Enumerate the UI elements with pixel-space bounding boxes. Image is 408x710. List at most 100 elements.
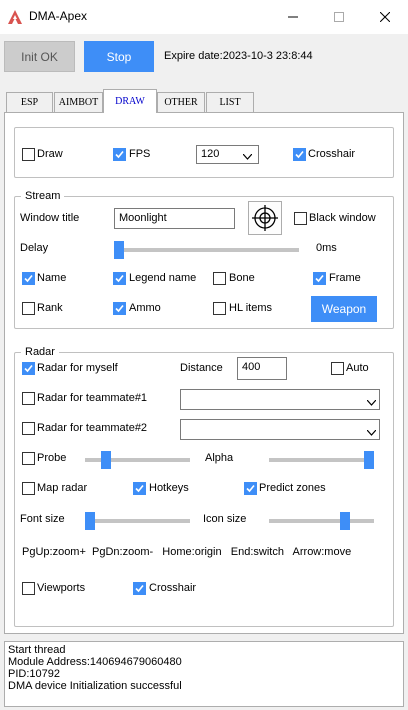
crosshair-icon bbox=[252, 205, 278, 231]
crosshair-top-checkbox[interactable] bbox=[293, 148, 306, 161]
check-icon bbox=[135, 584, 144, 593]
hotkeys-label: Hotkeys bbox=[149, 482, 189, 494]
font-size-slider-thumb[interactable] bbox=[85, 512, 95, 530]
probe-label: Probe bbox=[37, 452, 67, 464]
teammate1-select[interactable] bbox=[180, 389, 380, 410]
teammate2-select[interactable] bbox=[180, 419, 380, 440]
check-icon bbox=[315, 274, 324, 283]
ammo-label: Ammo bbox=[129, 302, 161, 314]
bone-label: Bone bbox=[229, 272, 255, 284]
maximize-icon bbox=[334, 12, 344, 22]
minimize-icon bbox=[288, 16, 298, 18]
predict-zones-checkbox[interactable] bbox=[244, 482, 257, 495]
black-window-checkbox[interactable] bbox=[294, 212, 307, 225]
draw-label: Draw bbox=[37, 148, 63, 160]
radar-myself-checkbox[interactable] bbox=[22, 362, 35, 375]
fps-label: FPS bbox=[129, 148, 151, 160]
font-size-label: Font size bbox=[20, 513, 65, 525]
font-size-slider-track[interactable] bbox=[85, 519, 190, 523]
delay-slider-thumb[interactable] bbox=[114, 241, 124, 259]
fps-select[interactable]: 120 bbox=[196, 145, 259, 164]
fps-checkbox[interactable] bbox=[113, 148, 126, 161]
check-icon bbox=[24, 364, 33, 373]
check-icon bbox=[135, 484, 144, 493]
name-checkbox[interactable] bbox=[22, 272, 35, 285]
viewports-label: Viewports bbox=[37, 582, 86, 594]
chevron-down-icon bbox=[366, 427, 377, 439]
weapon-button[interactable]: Weapon bbox=[311, 296, 377, 322]
bone-checkbox[interactable] bbox=[213, 272, 226, 285]
delay-value: 0ms bbox=[316, 242, 337, 254]
radar-teammate1-checkbox[interactable] bbox=[22, 392, 35, 405]
rank-checkbox[interactable] bbox=[22, 302, 35, 315]
radar-teammate2-label: Radar for teammate#2 bbox=[37, 422, 148, 434]
hl-items-checkbox[interactable] bbox=[213, 302, 226, 315]
icon-size-slider-thumb[interactable] bbox=[340, 512, 350, 530]
radar-teammate1-label: Radar for teammate#1 bbox=[37, 392, 148, 404]
probe-slider-thumb[interactable] bbox=[101, 451, 111, 469]
black-window-label: Black window bbox=[309, 212, 376, 224]
log-line: PID:10792 bbox=[8, 668, 60, 680]
viewports-checkbox[interactable] bbox=[22, 582, 35, 595]
alpha-label: Alpha bbox=[205, 452, 234, 464]
stop-button[interactable]: Stop bbox=[84, 41, 154, 72]
check-icon bbox=[115, 150, 124, 159]
tab-other[interactable]: OTHER bbox=[157, 92, 205, 112]
delay-slider-track[interactable] bbox=[114, 248, 299, 252]
distance-input[interactable]: 400 bbox=[237, 357, 287, 380]
hotkeys-checkbox[interactable] bbox=[133, 482, 146, 495]
check-icon bbox=[295, 150, 304, 159]
log-line: Module Address:140694679060480 bbox=[8, 656, 182, 668]
rank-label: Rank bbox=[37, 302, 63, 314]
frame-checkbox[interactable] bbox=[313, 272, 326, 285]
window-title-label: Window title bbox=[20, 212, 80, 224]
crosshair-picker-button[interactable] bbox=[248, 201, 282, 235]
window-title-input[interactable]: Moonlight bbox=[114, 208, 235, 229]
tab-draw[interactable]: DRAW bbox=[103, 89, 157, 113]
draw-checkbox[interactable] bbox=[22, 148, 35, 161]
legend-name-checkbox[interactable] bbox=[113, 272, 126, 285]
radar-crosshair-checkbox[interactable] bbox=[133, 582, 146, 595]
window-title: DMA-Apex bbox=[29, 9, 88, 23]
fps-select-value: 120 bbox=[201, 148, 220, 160]
log-output[interactable]: Start thread Module Address:140694679060… bbox=[4, 641, 404, 707]
crosshair-top-label: Crosshair bbox=[308, 148, 356, 160]
tab-list[interactable]: LIST bbox=[206, 92, 254, 112]
radar-crosshair-label: Crosshair bbox=[149, 582, 197, 594]
apex-logo-icon bbox=[7, 9, 23, 25]
delay-label: Delay bbox=[20, 242, 49, 254]
stream-group-title: Stream bbox=[21, 190, 65, 202]
auto-label: Auto bbox=[346, 362, 369, 374]
tab-esp[interactable]: ESP bbox=[6, 92, 53, 112]
check-icon bbox=[115, 304, 124, 313]
log-line: DMA device Initialization successful bbox=[8, 680, 182, 692]
chevron-down-icon bbox=[242, 151, 253, 163]
map-radar-checkbox[interactable] bbox=[22, 482, 35, 495]
init-button[interactable]: Init OK bbox=[4, 41, 75, 72]
radar-group-title: Radar bbox=[21, 346, 59, 358]
alpha-slider-thumb[interactable] bbox=[364, 451, 374, 469]
icon-size-slider-track[interactable] bbox=[269, 519, 374, 523]
maximize-button[interactable] bbox=[316, 0, 362, 34]
close-button[interactable] bbox=[362, 0, 408, 34]
predict-zones-label: Predict zones bbox=[259, 482, 326, 494]
name-label: Name bbox=[37, 272, 67, 284]
alpha-slider-track[interactable] bbox=[269, 458, 374, 462]
check-icon bbox=[24, 274, 33, 283]
close-icon bbox=[380, 12, 390, 22]
hl-items-label: HL items bbox=[229, 302, 272, 314]
probe-checkbox[interactable] bbox=[22, 452, 35, 465]
frame-label: Frame bbox=[329, 272, 361, 284]
legend-name-label: Legend name bbox=[129, 272, 197, 284]
auto-checkbox[interactable] bbox=[331, 362, 344, 375]
chevron-down-icon bbox=[366, 397, 377, 409]
radar-help-text: PgUp:zoom+ PgDn:zoom- Home:origin End:sw… bbox=[22, 546, 352, 558]
radar-teammate2-checkbox[interactable] bbox=[22, 422, 35, 435]
tab-aimbot[interactable]: AIMBOT bbox=[54, 92, 103, 112]
check-icon bbox=[115, 274, 124, 283]
minimize-button[interactable] bbox=[270, 0, 316, 34]
radar-myself-label: Radar for myself bbox=[37, 362, 118, 374]
log-line: Start thread bbox=[8, 644, 66, 656]
check-icon bbox=[246, 484, 255, 493]
ammo-checkbox[interactable] bbox=[113, 302, 126, 315]
